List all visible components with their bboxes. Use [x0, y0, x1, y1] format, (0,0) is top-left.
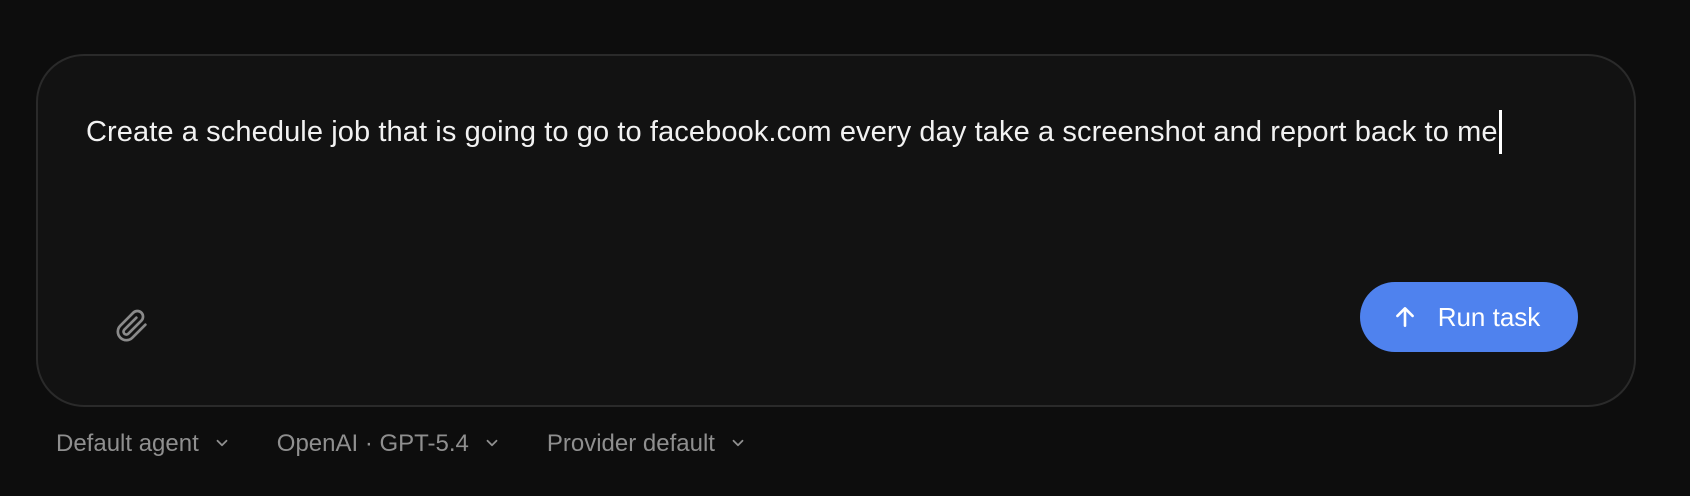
run-task-button[interactable]: Run task [1360, 282, 1578, 352]
provider-selector-label: Provider default [546, 430, 715, 457]
chevron-down-icon [483, 431, 501, 459]
prompt-text: Create a schedule job that is going to g… [86, 116, 1498, 148]
model-selector[interactable]: OpenAI · GPT-5.4 [277, 429, 501, 459]
agent-selector[interactable]: Default agent [56, 429, 231, 459]
text-cursor [1498, 110, 1502, 154]
arrow-up-icon [1392, 304, 1418, 330]
provider-selector[interactable]: Provider default [547, 429, 747, 459]
chevron-down-icon [213, 431, 231, 459]
paperclip-icon [115, 309, 149, 348]
options-bar: Default agent OpenAI · GPT-5.4 Provider … [56, 424, 747, 464]
model-selector-label: OpenAI · GPT-5.4 [276, 430, 469, 457]
attach-button[interactable] [104, 300, 160, 356]
agent-selector-label: Default agent [56, 430, 199, 457]
run-task-label: Run task [1437, 301, 1541, 332]
prompt-input[interactable]: Create a schedule job that is going to g… [86, 108, 1586, 156]
chevron-down-icon [729, 431, 747, 459]
task-composer: Create a schedule job that is going to g… [36, 54, 1636, 407]
